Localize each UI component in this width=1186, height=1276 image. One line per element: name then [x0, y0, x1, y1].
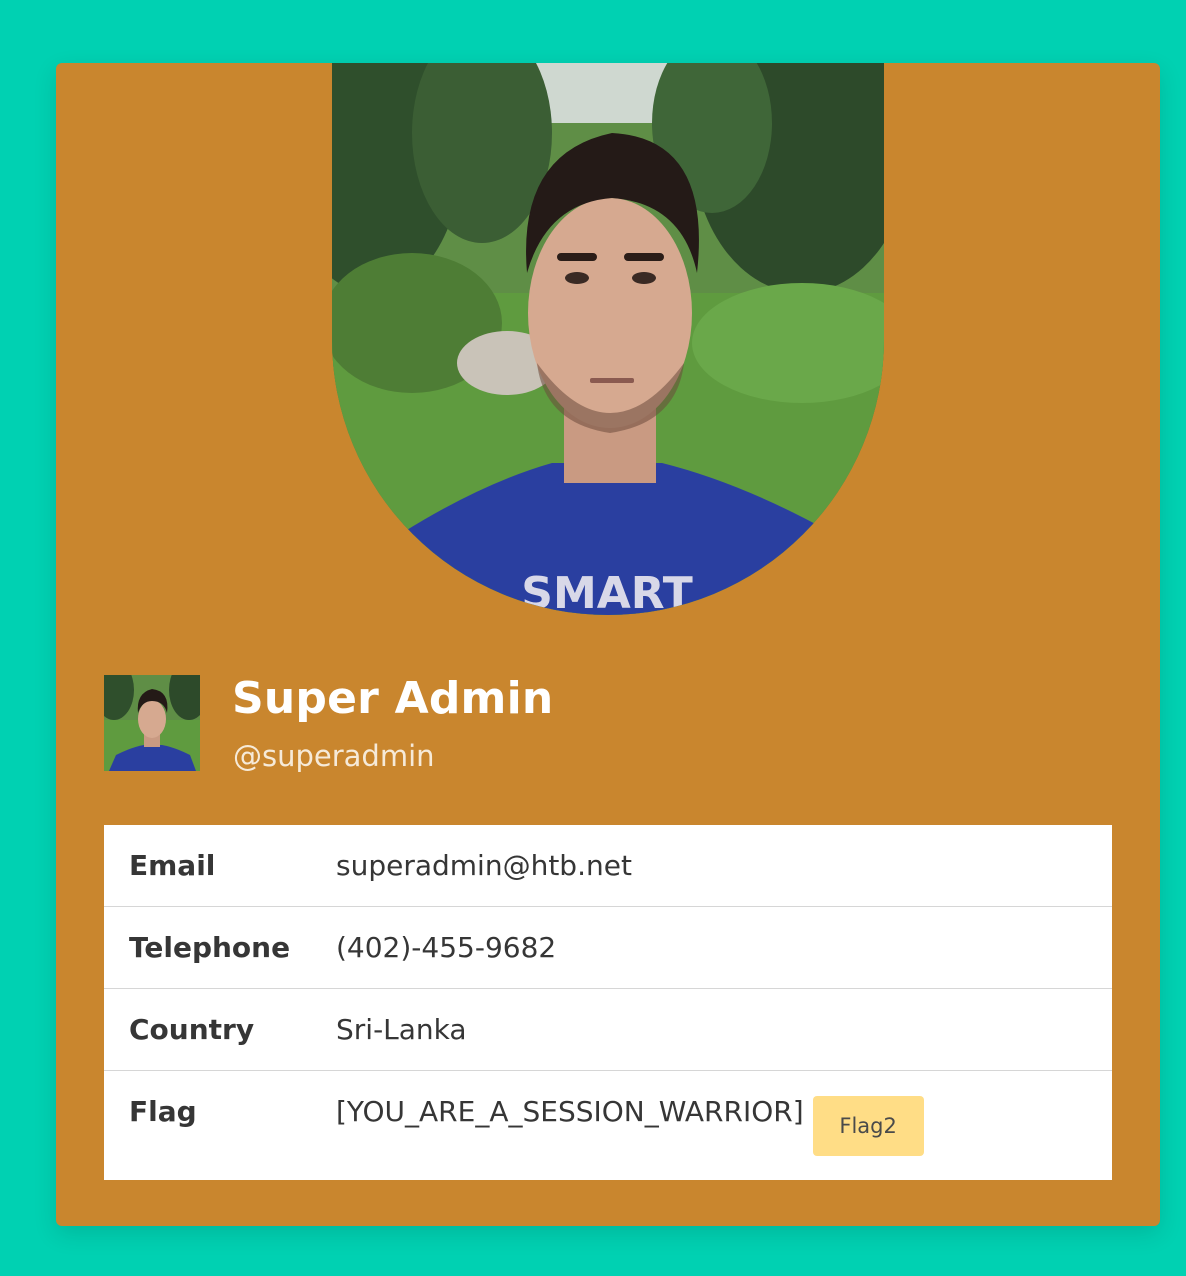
country-label: Country — [129, 1013, 255, 1046]
email-label: Email — [129, 849, 216, 882]
flag-value: [YOU_ARE_A_SESSION_WARRIOR] — [336, 1095, 804, 1128]
email-value: superadmin@htb.net — [336, 849, 632, 882]
table-row-email: Email superadmin@htb.net — [104, 825, 1112, 907]
profile-card: SMART Super Admin @superadmin Email supe… — [56, 63, 1160, 1226]
country-value: Sri-Lanka — [336, 1013, 467, 1046]
profile-cover-photo: SMART — [332, 63, 884, 615]
flag2-button[interactable]: Flag2 — [812, 1096, 924, 1156]
avatar — [104, 675, 200, 771]
telephone-value: (402)-455-9682 — [336, 931, 557, 964]
profile-name: Super Admin — [232, 673, 554, 724]
table-row-flag: Flag [YOU_ARE_A_SESSION_WARRIOR] Flag2 — [104, 1071, 1112, 1180]
table-row-telephone: Telephone (402)-455-9682 — [104, 907, 1112, 989]
flag-value-group: [YOU_ARE_A_SESSION_WARRIOR] Flag2 — [336, 1071, 924, 1156]
telephone-label: Telephone — [129, 931, 291, 964]
profile-handle: @superadmin — [233, 739, 435, 773]
profile-info-table: Email superadmin@htb.net Telephone (402)… — [104, 825, 1112, 1180]
flag-label: Flag — [129, 1095, 197, 1128]
portrait-illustration: SMART — [332, 63, 884, 615]
avatar-illustration — [104, 675, 200, 771]
shirt-text: SMART — [521, 568, 692, 615]
table-row-country: Country Sri-Lanka — [104, 989, 1112, 1071]
